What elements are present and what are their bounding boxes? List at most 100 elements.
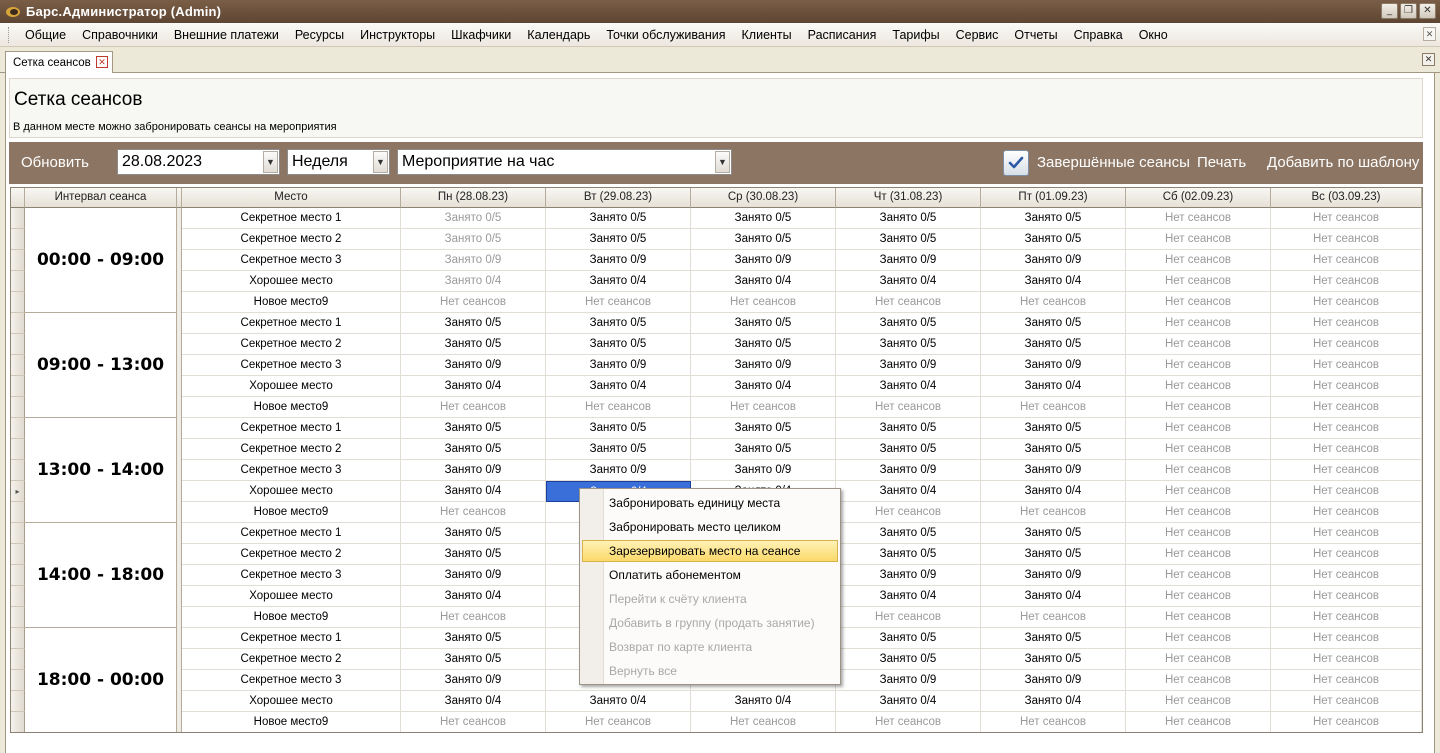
session-cell[interactable]: Занято 0/5 [401, 334, 546, 355]
session-cell[interactable]: Занято 0/5 [401, 649, 546, 670]
menu-item[interactable]: Расписания [800, 24, 885, 46]
session-cell[interactable]: Нет сеансов [1271, 502, 1422, 523]
menu-item[interactable]: Тарифы [884, 24, 947, 46]
session-cell[interactable]: Нет сеансов [691, 292, 836, 313]
period-select[interactable]: Неделя ▼ [287, 149, 390, 175]
row-selector[interactable] [11, 292, 25, 313]
session-cell[interactable]: Занято 0/9 [836, 565, 981, 586]
session-cell[interactable]: Занято 0/5 [401, 544, 546, 565]
session-cell[interactable]: Занято 0/5 [981, 544, 1126, 565]
session-cell[interactable]: Занято 0/5 [401, 439, 546, 460]
session-cell[interactable]: Занято 0/5 [836, 628, 981, 649]
session-cell[interactable]: Занято 0/5 [546, 229, 691, 250]
session-cell[interactable]: Занято 0/5 [836, 418, 981, 439]
session-cell[interactable]: Нет сеансов [546, 397, 691, 418]
minimize-icon[interactable]: _ [1381, 3, 1398, 19]
place-cell[interactable]: Секретное место 1 [182, 313, 401, 334]
menu-item[interactable]: Инструкторы [352, 24, 443, 46]
row-selector[interactable] [11, 418, 25, 439]
session-cell[interactable]: Нет сеансов [1271, 481, 1422, 502]
tab-session-grid[interactable]: Сетка сеансов ✕ [5, 51, 113, 73]
session-cell[interactable]: Нет сеансов [836, 502, 981, 523]
place-cell[interactable]: Секретное место 1 [182, 418, 401, 439]
column-header[interactable]: Сб (02.09.23) [1126, 188, 1271, 208]
session-cell[interactable]: Нет сеансов [691, 712, 836, 732]
session-cell[interactable]: Занято 0/5 [691, 418, 836, 439]
row-selector[interactable] [11, 586, 25, 607]
session-cell[interactable]: Нет сеансов [401, 502, 546, 523]
session-cell[interactable]: Занято 0/5 [981, 649, 1126, 670]
place-cell[interactable]: Секретное место 3 [182, 250, 401, 271]
session-cell[interactable]: Нет сеансов [401, 712, 546, 732]
session-cell[interactable]: Нет сеансов [836, 292, 981, 313]
session-cell[interactable]: Нет сеансов [1271, 208, 1422, 229]
session-cell[interactable]: Нет сеансов [1126, 670, 1271, 691]
session-cell[interactable]: Занято 0/9 [546, 460, 691, 481]
session-cell[interactable]: Занято 0/5 [546, 334, 691, 355]
chevron-down-icon[interactable]: ▼ [373, 151, 388, 173]
place-cell[interactable]: Секретное место 3 [182, 355, 401, 376]
session-cell[interactable]: Нет сеансов [1126, 376, 1271, 397]
session-cell[interactable]: Занято 0/5 [836, 334, 981, 355]
place-cell[interactable]: Секретное место 2 [182, 334, 401, 355]
session-cell[interactable]: Нет сеансов [1271, 544, 1422, 565]
session-cell[interactable]: Занято 0/5 [401, 229, 546, 250]
place-cell[interactable]: Секретное место 1 [182, 628, 401, 649]
menu-item[interactable]: Внешние платежи [166, 24, 287, 46]
session-cell[interactable]: Нет сеансов [1126, 544, 1271, 565]
session-cell[interactable]: Нет сеансов [1126, 229, 1271, 250]
session-cell[interactable]: Занято 0/5 [546, 313, 691, 334]
row-selector[interactable] [11, 544, 25, 565]
session-cell[interactable]: Занято 0/5 [691, 439, 836, 460]
chevron-down-icon[interactable]: ▼ [263, 151, 278, 173]
date-picker[interactable]: 28.08.2023 ▼ [117, 149, 280, 175]
session-cell[interactable]: Нет сеансов [1271, 376, 1422, 397]
column-header[interactable]: Пн (28.08.23) [401, 188, 546, 208]
place-cell[interactable]: Секретное место 3 [182, 565, 401, 586]
session-cell[interactable]: Занято 0/9 [981, 355, 1126, 376]
close-icon[interactable]: ✕ [1419, 3, 1436, 19]
session-cell[interactable]: Нет сеансов [1271, 586, 1422, 607]
session-cell[interactable]: Занято 0/4 [546, 271, 691, 292]
row-selector[interactable] [11, 250, 25, 271]
session-cell[interactable]: Нет сеансов [1271, 397, 1422, 418]
session-cell[interactable]: Нет сеансов [1126, 439, 1271, 460]
session-cell[interactable]: Занято 0/5 [836, 229, 981, 250]
refresh-button[interactable]: Обновить [21, 154, 89, 171]
session-cell[interactable]: Занято 0/4 [836, 586, 981, 607]
session-cell[interactable]: Нет сеансов [1271, 712, 1422, 732]
session-cell[interactable]: Нет сеансов [1126, 607, 1271, 628]
session-cell[interactable]: Нет сеансов [1126, 460, 1271, 481]
row-selector[interactable] [11, 334, 25, 355]
session-cell[interactable]: Нет сеансов [1126, 292, 1271, 313]
row-selector[interactable] [11, 712, 25, 732]
session-cell[interactable]: Нет сеансов [981, 502, 1126, 523]
row-selector[interactable] [11, 670, 25, 691]
session-cell[interactable]: Занято 0/5 [836, 523, 981, 544]
session-cell[interactable]: Занято 0/9 [401, 670, 546, 691]
place-cell[interactable]: Секретное место 2 [182, 544, 401, 565]
session-cell[interactable]: Занято 0/4 [836, 691, 981, 712]
session-cell[interactable]: Нет сеансов [1126, 712, 1271, 732]
place-cell[interactable]: Новое место9 [182, 607, 401, 628]
session-cell[interactable]: Занято 0/9 [981, 250, 1126, 271]
row-selector[interactable] [11, 439, 25, 460]
session-cell[interactable]: Нет сеансов [1271, 649, 1422, 670]
session-cell[interactable]: Нет сеансов [1126, 271, 1271, 292]
context-menu-item[interactable]: Забронировать место целиком [582, 516, 838, 538]
session-cell[interactable]: Занято 0/9 [981, 670, 1126, 691]
session-cell[interactable]: Нет сеансов [1126, 628, 1271, 649]
session-cell[interactable]: Нет сеансов [1271, 271, 1422, 292]
session-cell[interactable]: Нет сеансов [981, 607, 1126, 628]
session-cell[interactable]: Нет сеансов [1126, 250, 1271, 271]
row-selector[interactable] [11, 523, 25, 544]
session-cell[interactable]: Нет сеансов [1126, 502, 1271, 523]
session-cell[interactable]: Занято 0/5 [981, 523, 1126, 544]
session-cell[interactable]: Занято 0/4 [546, 376, 691, 397]
row-selector[interactable] [11, 628, 25, 649]
event-select[interactable]: Мероприятие на час ▼ [397, 149, 732, 175]
session-cell[interactable]: Нет сеансов [1271, 439, 1422, 460]
column-header[interactable]: Место [182, 188, 401, 208]
window-title-bar[interactable]: Барс.Администратор (Admin) _ ❐ ✕ [0, 0, 1440, 23]
session-cell[interactable]: Занято 0/5 [981, 628, 1126, 649]
